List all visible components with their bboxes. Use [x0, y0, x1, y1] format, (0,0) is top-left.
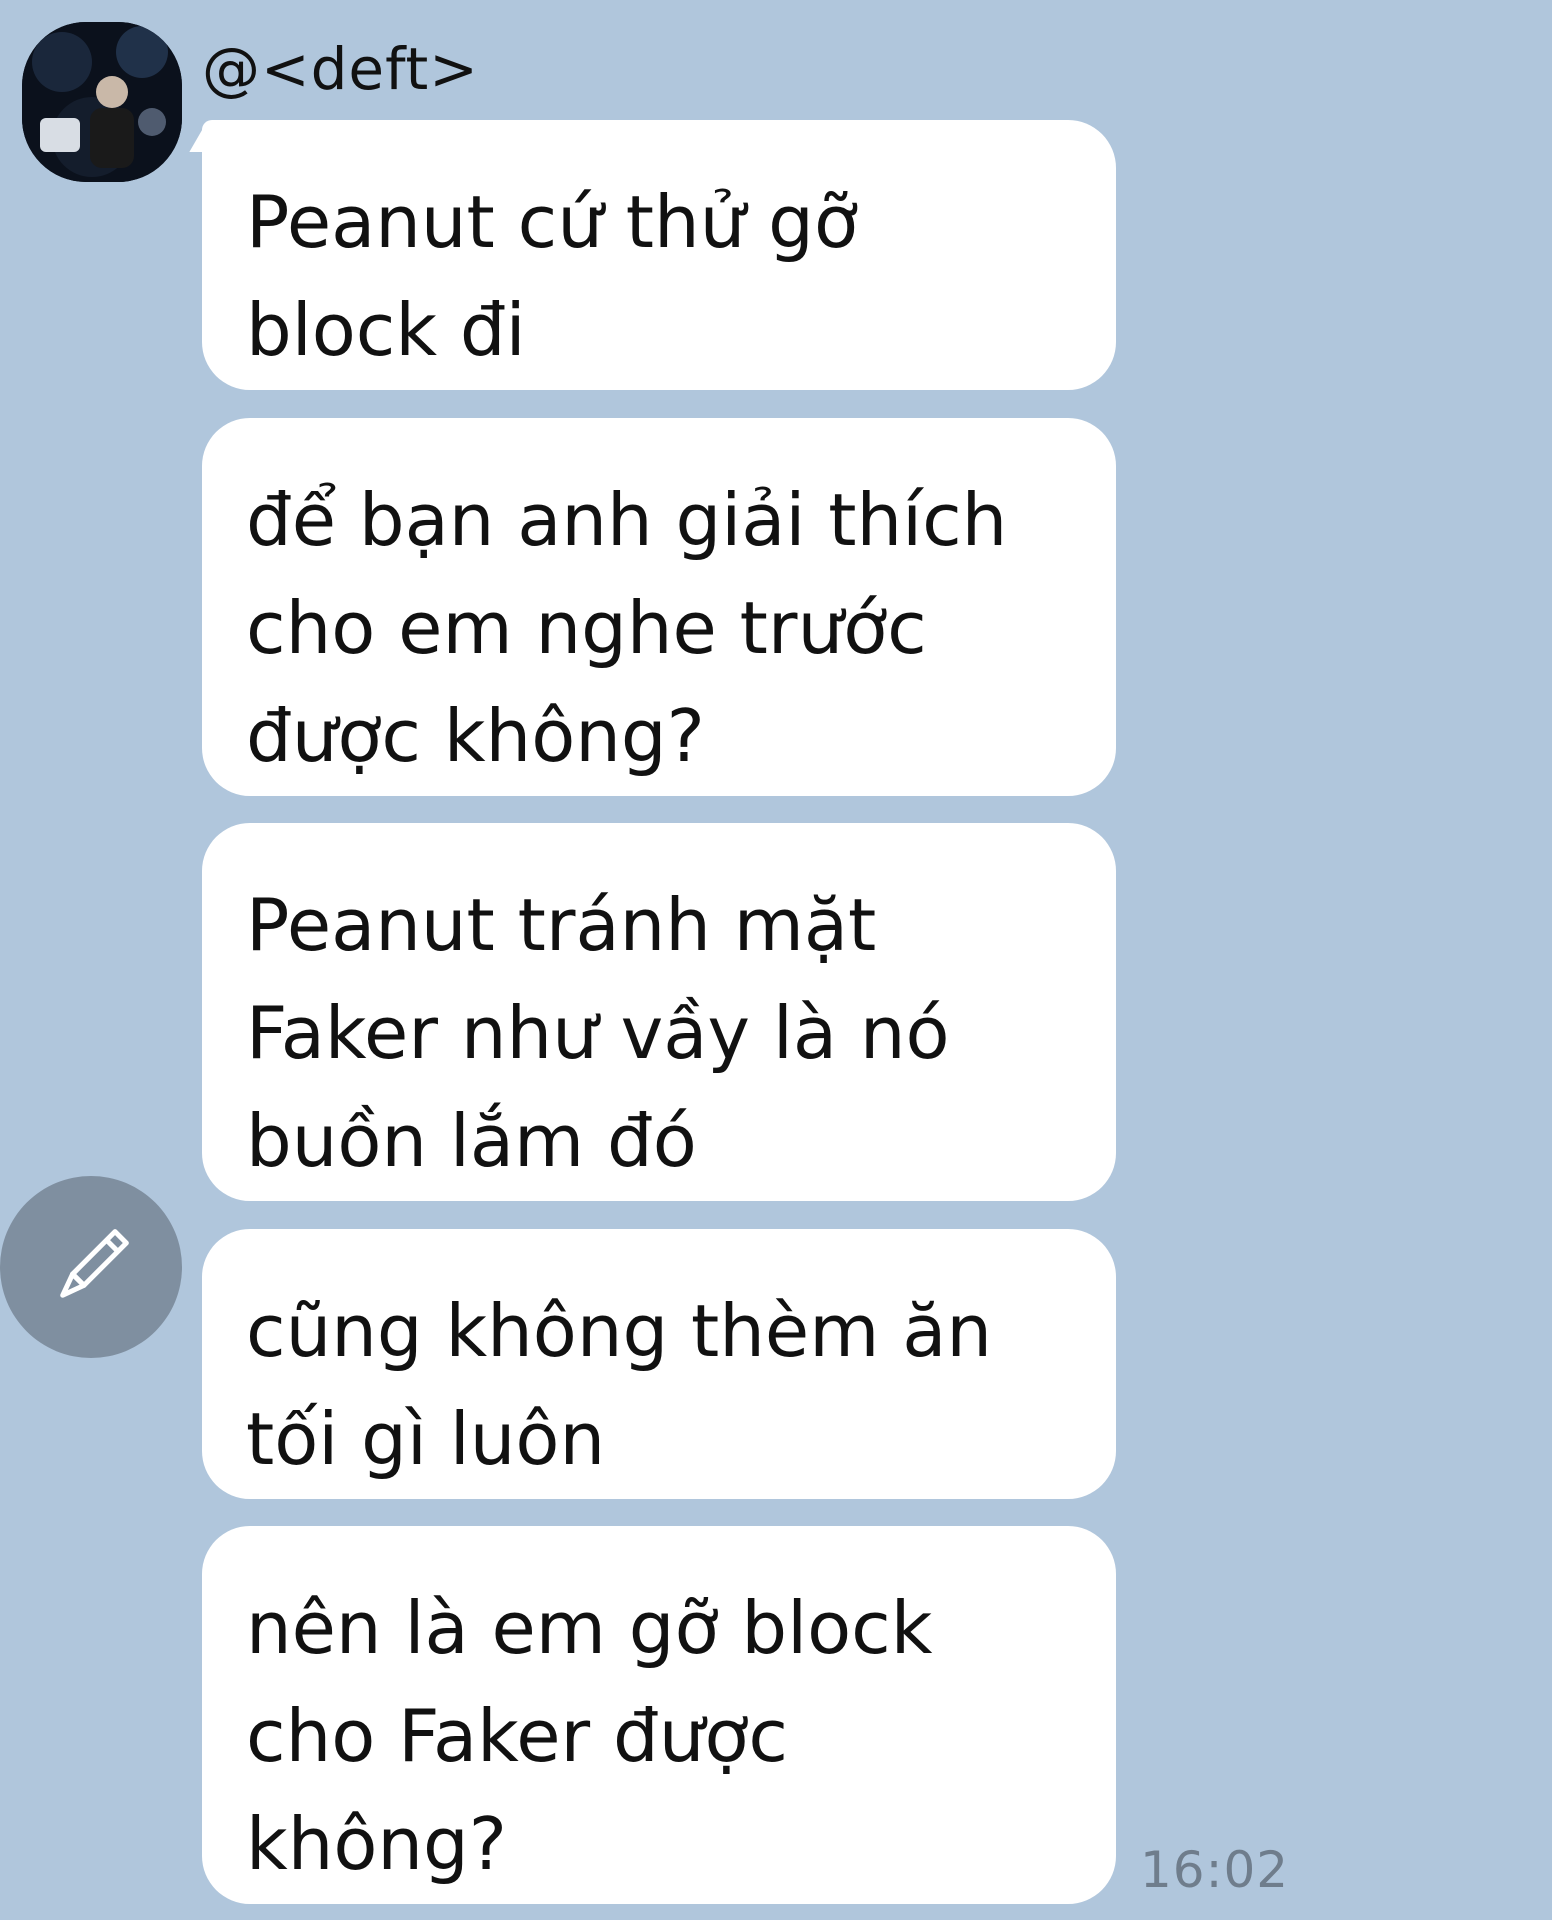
message-bubble[interactable]: cũng không thèm ăn tối gì luôn: [202, 1229, 1116, 1499]
message-bubble[interactable]: Peanut cứ thử gỡ block đi: [202, 120, 1116, 390]
message-bubble[interactable]: nên là em gỡ block cho Faker được không?: [202, 1526, 1116, 1904]
message-bubble[interactable]: để bạn anh giải thích cho em nghe trước …: [202, 418, 1116, 796]
message-bubble[interactable]: Peanut tránh mặt Faker như vầy là nó buồ…: [202, 823, 1116, 1201]
chat-area: @<deft> Peanut cứ thử gỡ block đi để bạn…: [0, 0, 1552, 1920]
sender-name: @<deft>: [202, 35, 479, 103]
avatar-photo-icon: [22, 22, 182, 182]
edit-button[interactable]: [0, 1176, 182, 1358]
pencil-icon: [60, 1229, 129, 1298]
message-timestamp: 16:02: [1140, 1841, 1290, 1899]
sender-avatar[interactable]: [22, 22, 182, 182]
